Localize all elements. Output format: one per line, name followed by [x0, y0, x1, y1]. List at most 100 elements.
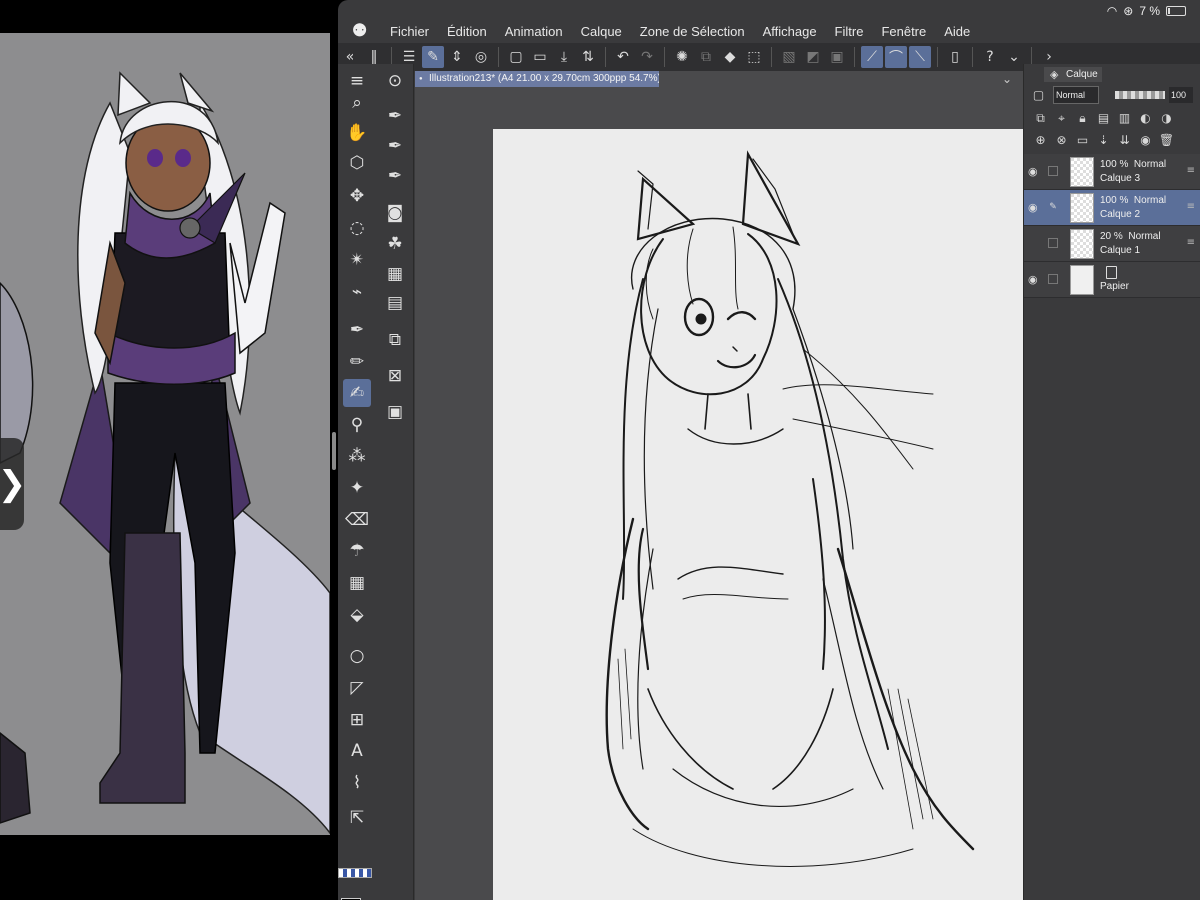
layer-row-calque-3[interactable]: ◉ 100 % Normal Calque 3 ≡ — [1024, 154, 1200, 190]
ruler-icon[interactable]: ▥ — [1114, 111, 1135, 125]
reference-layer-icon[interactable]: ⌖ — [1051, 111, 1072, 126]
clip-icon[interactable]: ⧉ — [1030, 111, 1051, 126]
subtool-layers-icon[interactable]: ⧉ — [381, 326, 409, 354]
lock-alpha-icon[interactable]: ▤ — [1093, 111, 1114, 125]
magic-wand-icon[interactable]: ✴ — [343, 246, 371, 274]
opacity-slider[interactable] — [1115, 91, 1165, 99]
color-swatch[interactable] — [341, 896, 373, 900]
menu-calque[interactable]: Calque — [581, 24, 622, 39]
pen-icon[interactable]: ✒ — [343, 316, 371, 344]
chevron-down-icon[interactable]: ⌄ — [1003, 46, 1025, 68]
menu-fenetre[interactable]: Fenêtre — [881, 24, 926, 39]
lasso-icon[interactable]: ◌ — [343, 214, 371, 242]
layer-checkbox[interactable] — [1048, 166, 1058, 176]
eye-icon[interactable]: ◉ — [1028, 165, 1042, 178]
save-icon[interactable]: ⤓ — [553, 46, 575, 68]
document-tab[interactable]: Illustration213* (A4 21.00 x 29.70cm 300… — [415, 71, 659, 87]
undo-icon[interactable]: ↶ — [612, 46, 634, 68]
layer-row-calque-1[interactable]: 20 % Normal Calque 1 ≡ — [1024, 226, 1200, 262]
transparent-color-button[interactable] — [338, 868, 372, 878]
canvas-area[interactable] — [415, 71, 1069, 900]
merge-down-icon[interactable]: ⇊ — [1114, 133, 1135, 147]
menu-animation[interactable]: Animation — [505, 24, 563, 39]
subtool-pen-b-icon[interactable]: ✒ — [381, 132, 409, 160]
layer-options-icon[interactable]: ≡ — [1187, 237, 1195, 248]
transform-icon[interactable]: ⬚ — [743, 46, 765, 68]
operation-icon[interactable]: ⬡ — [343, 149, 371, 177]
brush-icon[interactable]: ✍ — [343, 379, 371, 407]
mask-icon[interactable]: ◑ — [1156, 111, 1177, 125]
export-icon[interactable]: ⇅ — [577, 46, 599, 68]
text-icon[interactable]: A — [343, 737, 371, 765]
clear-selection-icon[interactable]: ▧ — [778, 46, 800, 68]
pen-edit-icon[interactable]: ✎ — [1048, 202, 1058, 212]
loading-icon[interactable]: ✺ — [671, 46, 693, 68]
lock-icon[interactable]: 🔒︎ — [1072, 111, 1093, 126]
subtool-grid-icon[interactable]: ▦ — [381, 260, 409, 288]
menu-fichier[interactable]: Fichier — [390, 24, 429, 39]
blend-icon[interactable]: ☂ — [343, 537, 371, 565]
split-view-handle[interactable] — [332, 432, 336, 470]
pencil-icon[interactable]: ✏ — [343, 348, 371, 376]
app-logo-icon[interactable]: ⚉ — [352, 21, 376, 41]
subtool-circle-icon[interactable]: ◙ — [381, 199, 409, 227]
transfer-down-icon[interactable]: ⇣ — [1093, 133, 1114, 147]
frame-icon[interactable]: ◸ — [343, 674, 371, 702]
palette-icon[interactable]: ◐ — [1135, 111, 1156, 125]
new-folder-icon[interactable]: ▭ — [1072, 133, 1093, 147]
ruler-snap-icon[interactable]: ⟋ — [861, 46, 883, 68]
figure-icon[interactable]: ○ — [343, 642, 371, 670]
menu-affichage[interactable]: Affichage — [763, 24, 817, 39]
chevron-right-icon[interactable]: ❯ — [0, 438, 26, 530]
menu-zone-selection[interactable]: Zone de Sélection — [640, 24, 745, 39]
subtool-drop-icon[interactable]: ☘ — [381, 230, 409, 258]
layer-row-calque-2[interactable]: ◉ ✎ 100 % Normal Calque 2 ≡ — [1024, 190, 1200, 226]
fill-bucket-icon[interactable]: ⬙ — [343, 601, 371, 629]
help-icon[interactable]: ? — [979, 46, 1001, 68]
tab-calque[interactable]: ◈ Calque — [1044, 67, 1102, 82]
new-raster-layer-icon[interactable]: ⊕ — [1030, 133, 1051, 147]
layer-checkbox[interactable] — [1048, 274, 1058, 284]
subtool-stack-icon[interactable]: ▣ — [381, 398, 409, 426]
panel-icon[interactable]: ⊞ — [343, 706, 371, 734]
object-select-icon[interactable]: ⇱ — [343, 804, 371, 832]
reorder-icon[interactable]: ⇕ — [446, 46, 468, 68]
eye-icon[interactable]: ◉ — [1028, 201, 1042, 214]
canvas-paper[interactable] — [493, 129, 1069, 900]
layer-checkbox[interactable] — [1048, 238, 1058, 248]
layer-options-icon[interactable]: ≡ — [1187, 165, 1195, 176]
menu-edition[interactable]: Édition — [447, 24, 487, 39]
spiral-icon[interactable]: ◎ — [470, 46, 492, 68]
sparkle-icon[interactable]: ✦ — [343, 474, 371, 502]
decoration-icon[interactable]: ⁂ — [343, 442, 371, 470]
chevron-down-icon[interactable]: ⌄ — [1002, 72, 1012, 86]
fill-icon[interactable]: ◆ — [719, 46, 741, 68]
hand-icon[interactable]: ✋ — [343, 119, 371, 147]
eraser-icon[interactable]: ⌫ — [343, 506, 371, 534]
invert-selection-icon[interactable]: ◩ — [802, 46, 824, 68]
redo-icon[interactable]: ↷ — [636, 46, 658, 68]
menu-aide[interactable]: Aide — [944, 24, 970, 39]
gradient-icon[interactable]: ▦ — [343, 569, 371, 597]
blend-mode-select[interactable]: Normal — [1053, 86, 1099, 104]
layer-mask-icon[interactable]: ◉ — [1135, 133, 1156, 147]
zoom-icon[interactable]: ⌕ — [343, 89, 371, 117]
delete-layer-icon[interactable]: 🗑︎ — [1156, 133, 1177, 147]
eyedropper-icon[interactable]: ⌁ — [343, 278, 371, 306]
layer-options-icon[interactable]: ≡ — [1187, 201, 1195, 212]
eye-icon[interactable]: ◉ — [1028, 273, 1042, 286]
subtool-close-icon[interactable]: ⊠ — [381, 362, 409, 390]
new-file-icon[interactable]: ▢ — [505, 46, 527, 68]
airbrush-icon[interactable]: ⚲ — [343, 411, 371, 439]
open-file-icon[interactable]: ▭ — [529, 46, 551, 68]
grid-snap-icon[interactable]: ⟍ — [909, 46, 931, 68]
menu-filtre[interactable]: Filtre — [835, 24, 864, 39]
balloon-icon[interactable]: ⌇ — [343, 769, 371, 797]
layer-row-papier[interactable]: ◉ Papier — [1024, 262, 1200, 298]
device-icon[interactable]: ▯ — [944, 46, 966, 68]
subtool-pen-a-icon[interactable]: ✒ — [381, 102, 409, 130]
opacity-value[interactable]: 100 — [1169, 87, 1193, 103]
edit-toggle-icon[interactable]: ✎ — [422, 46, 444, 68]
reference-character-image[interactable]: ❯ — [0, 33, 330, 835]
special-ruler-snap-icon[interactable]: ⌒ — [885, 46, 907, 68]
